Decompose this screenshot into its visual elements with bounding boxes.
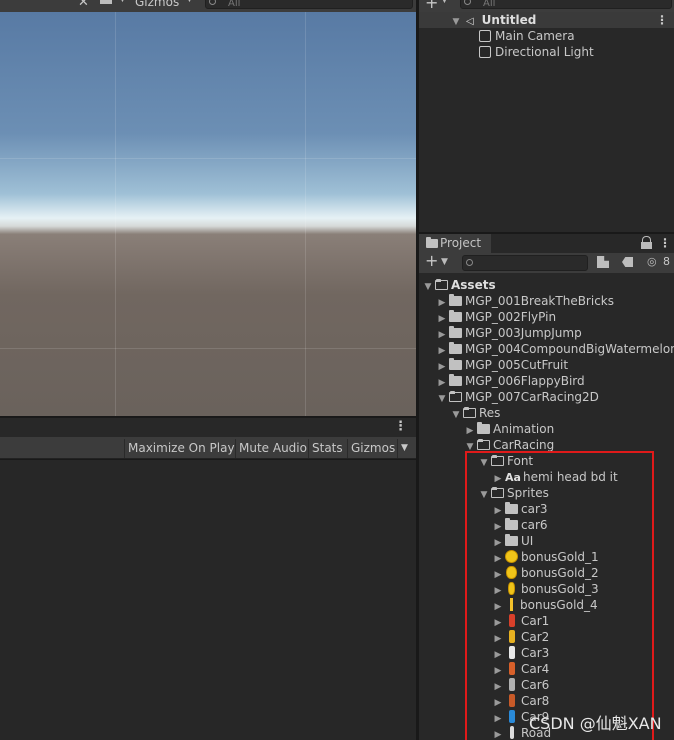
folder-icon — [449, 310, 462, 322]
project-tree-label: MGP_004CompoundBigWatermelon — [465, 342, 674, 356]
hidden-packages-count: 8 — [663, 255, 670, 268]
gizmos-button[interactable]: Gizmos — [135, 0, 179, 9]
filter-by-type-icon[interactable] — [597, 256, 609, 268]
project-tree-item[interactable]: ▶ Animation — [465, 421, 554, 437]
grid-line — [0, 348, 416, 349]
lock-body-icon — [641, 242, 652, 249]
grid-line — [305, 12, 306, 416]
hierarchy-item[interactable]: Main Camera — [479, 28, 575, 44]
hierarchy-item[interactable]: Directional Light — [479, 44, 594, 60]
search-icon — [466, 259, 473, 266]
game-toolbar: Maximize On Play Mute Audio Stats Gizmos… — [0, 437, 416, 459]
open-folder-icon — [463, 407, 476, 418]
dropdown-icon[interactable]: ▼ — [119, 0, 126, 4]
project-tree-label: MGP_007CarRacing2D — [465, 390, 599, 404]
gameobject-icon — [479, 30, 491, 42]
more-options-icon[interactable]: ⋮ — [656, 12, 668, 28]
folder-icon — [477, 422, 490, 434]
project-tree-item[interactable]: ▶ MGP_003JumpJump — [437, 325, 582, 341]
collapse-icon[interactable]: ▼ — [437, 391, 447, 407]
project-tree-item[interactable]: ▶ MGP_006FlappyBird — [437, 373, 585, 389]
scene-toolbar: ✕ ▼ Gizmos ▼ All — [0, 0, 416, 12]
tools-icon[interactable]: ✕ — [78, 0, 89, 10]
project-tree-label: MGP_006FlappyBird — [465, 374, 585, 388]
add-icon[interactable]: + — [425, 251, 438, 270]
gameobject-icon — [479, 46, 491, 58]
game-view[interactable] — [0, 460, 416, 740]
dropdown-icon[interactable]: ▼ — [441, 0, 448, 5]
project-tree-item[interactable]: ▶ MGP_005CutFruit — [437, 357, 568, 373]
expand-icon[interactable]: ▼ — [451, 14, 461, 30]
more-options-icon[interactable]: ⋮ — [394, 419, 407, 434]
hierarchy-panel: ▼ ◁ Untitled ⋮ Main Camera Directional L… — [419, 12, 674, 232]
project-tree-label: Animation — [493, 422, 555, 436]
watermark: CSDN @仙魁XAN — [529, 714, 662, 733]
project-tab-bar: Project ⋮ — [419, 233, 674, 254]
open-folder-icon — [435, 279, 448, 290]
filter-by-label-icon[interactable] — [622, 257, 633, 267]
open-folder-icon — [477, 439, 490, 450]
project-tree-label: Res — [479, 406, 501, 420]
folder-icon — [449, 342, 462, 354]
scene-view[interactable] — [0, 12, 416, 416]
project-tree-item[interactable]: ▶ MGP_002FlyPin — [437, 309, 556, 325]
grid-line — [0, 158, 416, 159]
project-tree-item[interactable]: ▼ MGP_007CarRacing2D — [437, 389, 599, 405]
project-tree-item[interactable]: ▼ Res — [451, 405, 501, 423]
gizmos-dropdown-icon[interactable]: ▼ — [186, 0, 193, 4]
project-tree-item[interactable]: ▼ Assets — [423, 277, 496, 293]
scene-search-input[interactable]: All — [205, 0, 413, 9]
search-icon — [464, 0, 471, 5]
folder-icon — [449, 358, 462, 370]
folder-icon — [449, 326, 462, 338]
maximize-on-play-button[interactable]: Maximize On Play — [124, 439, 238, 458]
project-search-input[interactable] — [462, 255, 588, 271]
open-folder-icon — [449, 391, 462, 402]
add-icon[interactable]: + — [425, 0, 438, 12]
project-toolbar: + ▼ ◎ 8 — [419, 251, 674, 273]
collapse-icon[interactable]: ▼ — [451, 407, 461, 423]
camera-icon[interactable] — [100, 0, 112, 4]
project-tree-label: MGP_002FlyPin — [465, 310, 557, 324]
project-tree-label: MGP_003JumpJump — [465, 326, 582, 340]
scene-name: Untitled — [481, 13, 537, 27]
project-tree-label: Assets — [451, 278, 496, 292]
dropdown-icon[interactable]: ▼ — [441, 257, 448, 267]
hidden-packages-icon[interactable]: ◎ — [647, 255, 657, 268]
scene-root[interactable]: ▼ ◁ Untitled ⋮ — [419, 12, 674, 28]
search-icon — [209, 0, 216, 5]
more-options-icon[interactable]: ⋮ — [659, 236, 671, 250]
project-tree-label: MGP_005CutFruit — [465, 358, 569, 372]
folder-icon — [426, 237, 438, 248]
project-tree-item[interactable]: ▶ MGP_004CompoundBigWatermelon — [437, 341, 674, 357]
collapse-icon[interactable]: ▼ — [423, 279, 433, 295]
game-tab-bar: ⋮ — [0, 417, 416, 437]
folder-icon — [449, 294, 462, 306]
folder-icon — [449, 374, 462, 386]
gizmos-button[interactable]: Gizmos — [347, 439, 399, 458]
project-tree-label: MGP_001BreakTheBricks — [465, 294, 614, 308]
project-tree-label: CarRacing — [493, 438, 555, 452]
hierarchy-toolbar: + ▼ All — [419, 0, 674, 12]
highlight-box — [465, 451, 654, 740]
project-tree-item[interactable]: ▶ MGP_001BreakTheBricks — [437, 293, 614, 309]
gizmos-dropdown-icon[interactable]: ▼ — [397, 439, 411, 458]
grid-line — [115, 12, 116, 416]
hierarchy-search-input[interactable]: All — [460, 0, 672, 9]
stats-button[interactable]: Stats — [308, 439, 346, 458]
unity-scene-icon: ◁ — [465, 16, 474, 27]
mute-audio-button[interactable]: Mute Audio — [235, 439, 310, 458]
